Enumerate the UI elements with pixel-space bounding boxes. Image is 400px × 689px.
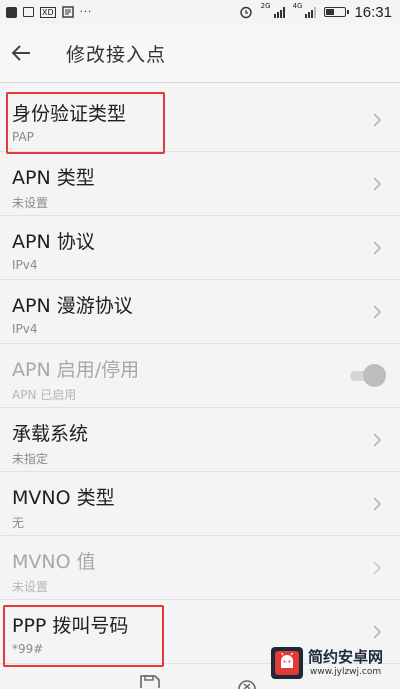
setting-apn-roaming-protocol[interactable]: APN 漫游协议 IPv4 [0,280,400,344]
network-type-4g: 4G [292,2,303,10]
android-logo-icon [271,647,303,679]
setting-value: PAP [12,130,34,144]
setting-auth-type[interactable]: 身份验证类型 PAP [0,88,400,152]
watermark-title: 简约安卓网 [308,648,384,666]
back-button[interactable] [8,39,36,67]
setting-value: 无 [12,516,25,530]
setting-title: 承载系统 [12,423,89,445]
setting-title: APN 协议 [12,231,95,253]
setting-mvno-type[interactable]: MVNO 类型 无 [0,472,400,536]
chevron-right-icon [373,241,382,255]
more-notifications-icon: ··· [79,6,93,18]
setting-title: PPP 拨叫号码 [12,615,129,637]
chevron-right-icon [373,305,382,319]
page-title: 修改接入点 [66,44,167,66]
alarm-icon [239,6,252,19]
signal-strength-icon-2 [305,6,317,18]
app-bar: 修改接入点 [0,24,400,83]
setting-apn-protocol[interactable]: APN 协议 IPv4 [0,216,400,280]
setting-value: 未设置 [12,580,49,594]
image-notification-icon [23,7,34,17]
chevron-right-icon [373,177,382,191]
setting-apn-type[interactable]: APN 类型 未设置 [0,152,400,216]
setting-mvno-value: MVNO 值 未设置 [0,536,400,600]
save-icon[interactable] [138,674,162,688]
setting-value: 未指定 [12,452,49,466]
chevron-right-icon [373,433,382,447]
setting-value: *99# [12,642,44,656]
setting-bearer[interactable]: 承载系统 未指定 [0,408,400,472]
battery-icon [324,7,350,17]
setting-apn-enable: APN 启用/停用 APN 已启用 [0,344,400,408]
signal-strength-icon [273,6,285,18]
apn-settings-list: 身份验证类型 PAP APN 类型 未设置 APN 协议 IPv4 APN 漫游… [0,88,400,664]
chevron-right-icon [373,561,382,575]
setting-title: 身份验证类型 [12,103,127,125]
status-bar: XD ··· 2G 4G 16:31 [0,0,400,24]
setting-title: APN 漫游协议 [12,295,133,317]
setting-value: IPv4 [12,322,38,336]
toggle-knob [363,364,386,387]
setting-title: MVNO 值 [12,551,96,573]
setting-title: APN 启用/停用 [12,359,140,381]
watermark-url: www.jylzwj.com [310,667,382,677]
chevron-right-icon [373,113,382,127]
xd-notification-icon: XD [40,6,56,18]
chevron-right-icon [373,497,382,511]
cancel-icon[interactable] [236,675,258,689]
setting-value: APN 已启用 [12,388,77,402]
network-type-2g: 2G [260,2,271,10]
apn-enable-toggle [348,364,386,387]
chevron-right-icon [373,625,382,639]
message-icon [61,6,74,18]
clock: 16:31 [354,3,392,21]
setting-value: IPv4 [12,258,38,272]
setting-value: 未设置 [12,196,49,210]
watermark: 简约安卓网 www.jylzwj.com [270,646,398,682]
setting-title: APN 类型 [12,167,95,189]
app-notification-icon [6,6,17,18]
setting-title: MVNO 类型 [12,487,115,509]
